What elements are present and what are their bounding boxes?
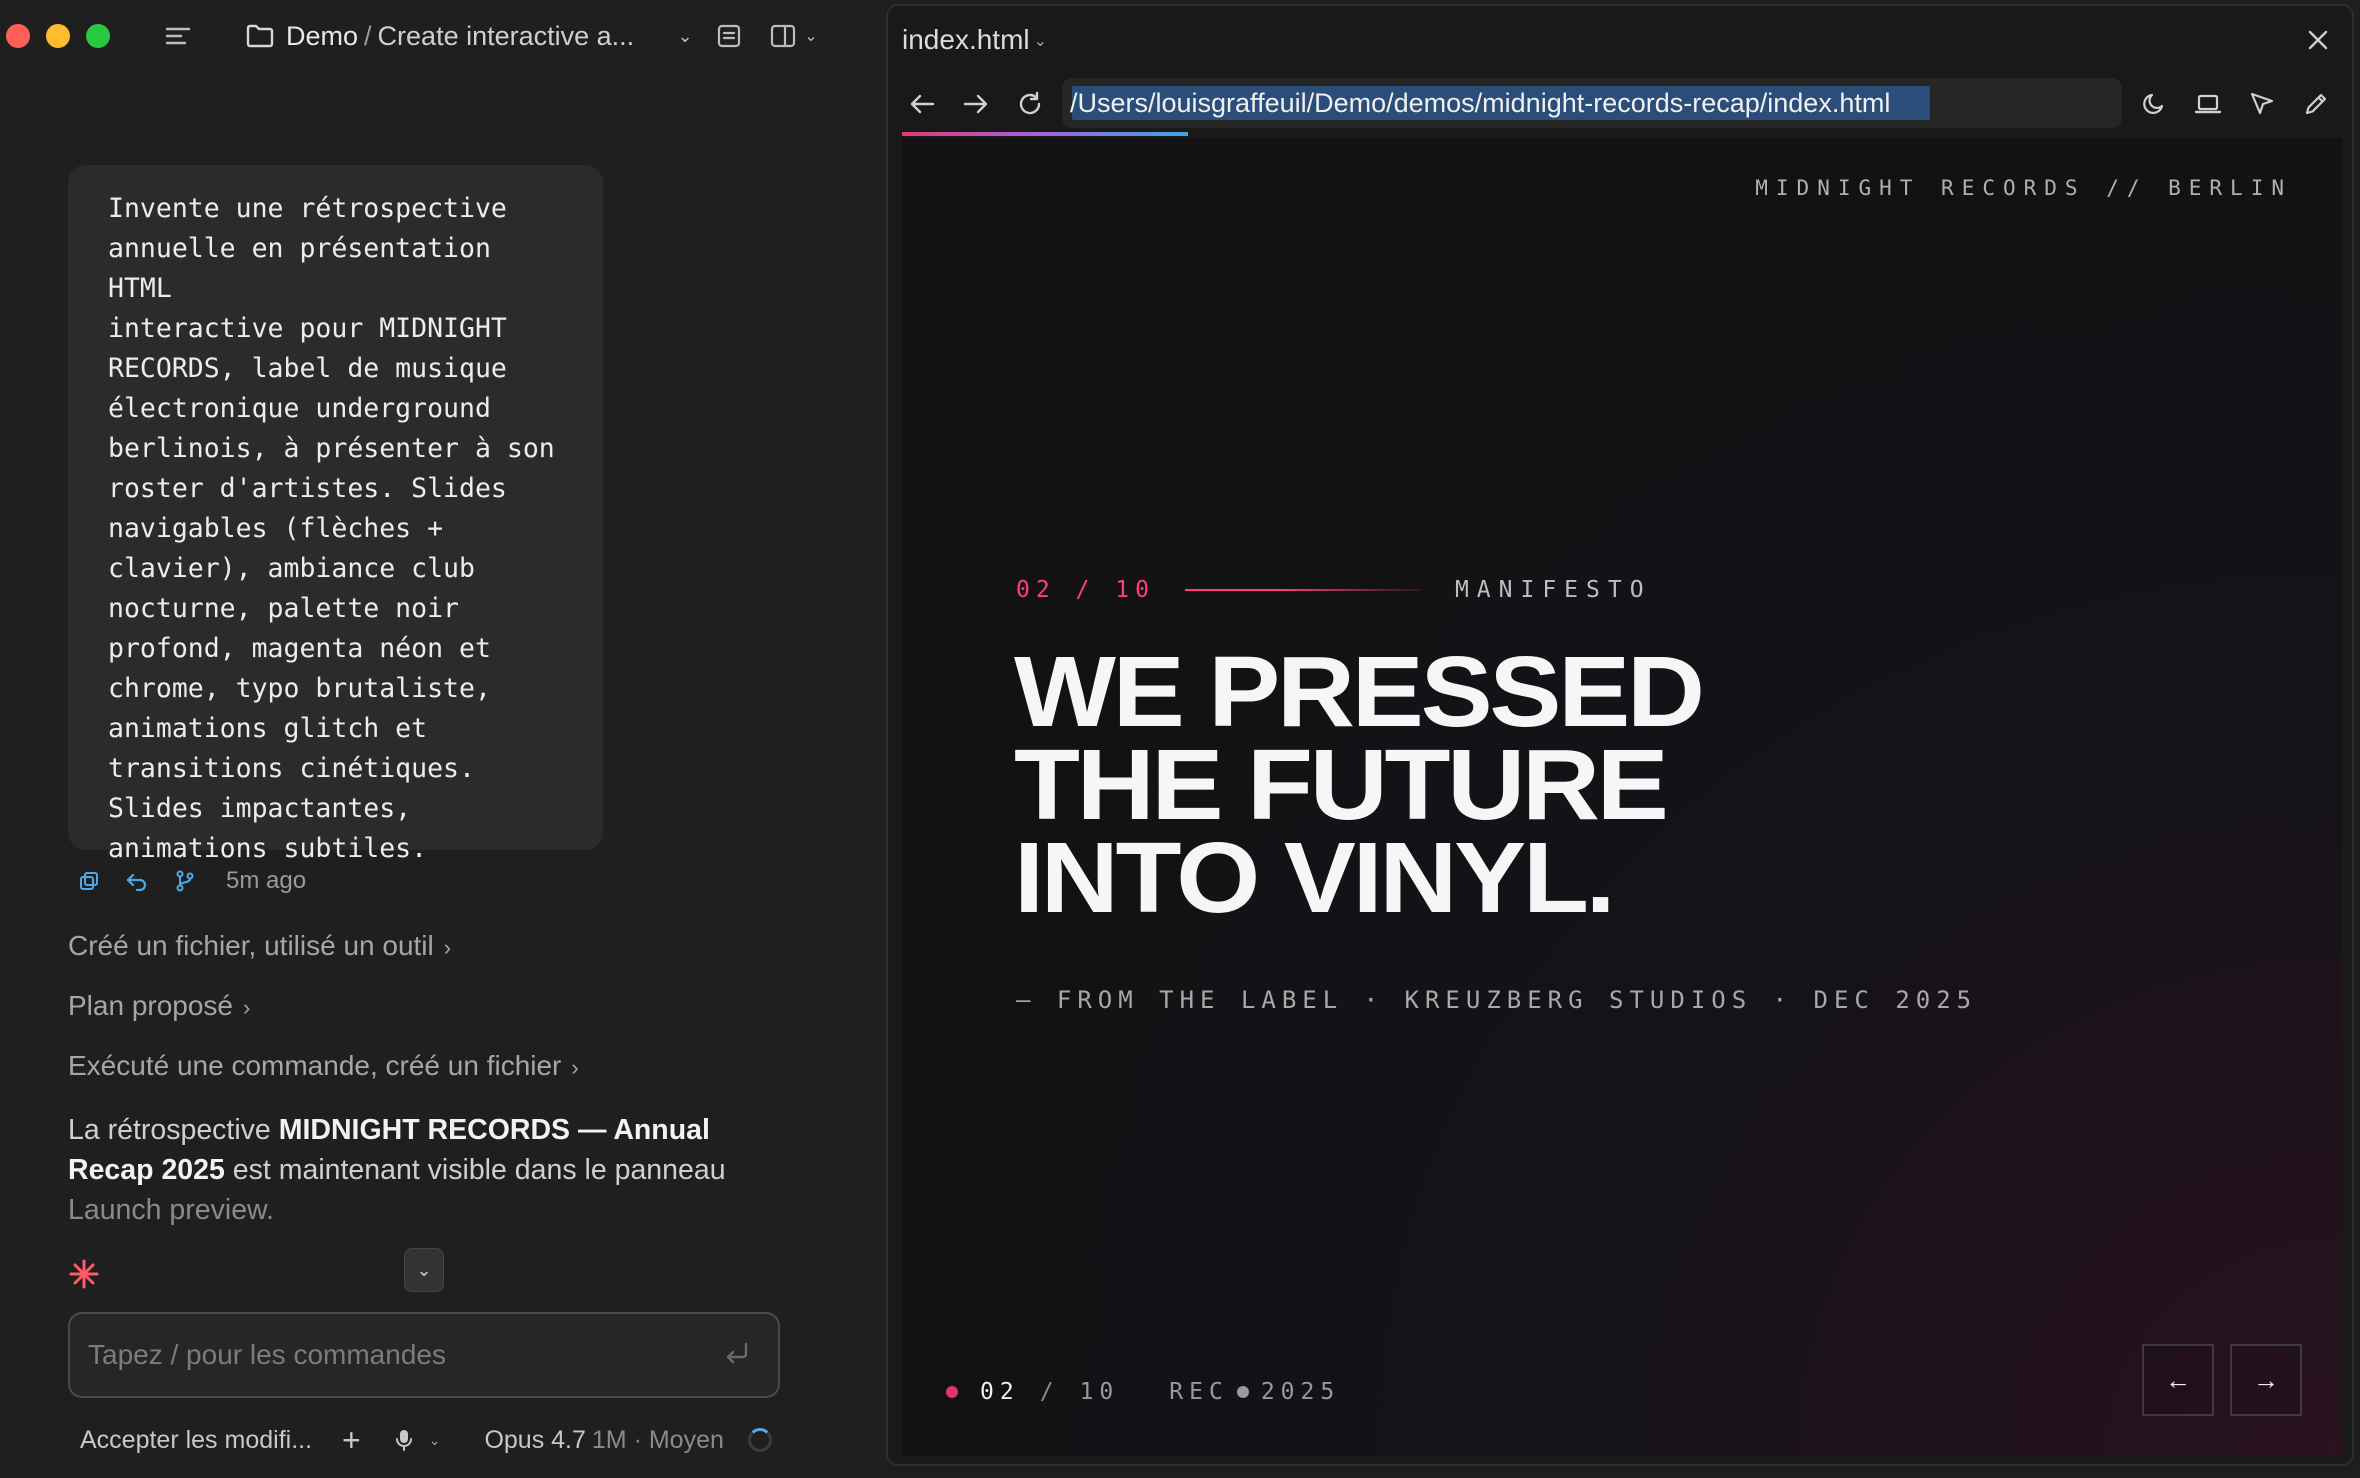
- breadcrumb-separator: /: [364, 21, 372, 51]
- chevron-right-icon: ›: [571, 1055, 579, 1080]
- activity-label: Plan proposé: [68, 990, 234, 1021]
- activity-item[interactable]: Créé un fichier, utilisé un outil ›: [68, 930, 451, 962]
- pencil-icon[interactable]: [2296, 84, 2336, 124]
- tab-title[interactable]: index.html ⌄: [902, 20, 1047, 60]
- footer-separator: /: [1039, 1379, 1060, 1405]
- maximize-window-button[interactable]: [86, 24, 110, 48]
- url-input[interactable]: [1070, 84, 2110, 122]
- chevron-down-icon: ⌄: [1033, 32, 1048, 50]
- close-icon[interactable]: [2298, 20, 2338, 60]
- summary-text: est maintenant visible dans le panneau: [224, 1154, 726, 1186]
- chat-panel: Demo / Create interactive a... ⌄ ⌄ Invente…: [0, 0, 885, 1478]
- chevron-down-icon[interactable]: ⌄: [800, 16, 822, 56]
- slide-headline: WE PRESSED THE FUTURE INTO VINYL.: [1014, 636, 2202, 934]
- summary-fade-text: Launch preview.: [68, 1194, 274, 1226]
- summary-text: La rétrospective: [68, 1114, 279, 1146]
- breadcrumb-project: Demo: [286, 21, 359, 51]
- next-slide-button[interactable]: →: [2230, 1344, 2302, 1416]
- footer-current-slide: 02: [980, 1379, 1020, 1405]
- footer-rec-label: REC: [1169, 1379, 1229, 1405]
- close-window-button[interactable]: [6, 24, 30, 48]
- breadcrumb[interactable]: Demo / Create interactive a...: [286, 16, 634, 56]
- loading-spinner-icon: [747, 1428, 772, 1452]
- dot-icon: [1236, 1386, 1249, 1398]
- previous-slide-button[interactable]: ←: [2142, 1344, 2214, 1416]
- activity-item[interactable]: Exécuté une commande, créé un fichier ›: [68, 1050, 579, 1082]
- activity-item[interactable]: Plan proposé ›: [68, 990, 250, 1022]
- section-name: MANIFESTO: [1454, 577, 1652, 603]
- reload-icon[interactable]: [1010, 84, 1050, 124]
- microphone-icon[interactable]: [395, 1428, 417, 1452]
- headline-line: THE FUTURE: [1014, 729, 1669, 841]
- scroll-down-button[interactable]: ⌄: [404, 1248, 444, 1292]
- composer: [68, 1312, 780, 1398]
- minimize-window-button[interactable]: [46, 24, 70, 48]
- message-timestamp: 5m ago: [226, 867, 307, 894]
- slide-counter: 02 / 10: [1016, 577, 1155, 603]
- command-input[interactable]: [88, 1314, 688, 1396]
- chevron-down-icon[interactable]: ⌄: [672, 16, 698, 56]
- sidebar-menu-icon[interactable]: [160, 16, 196, 56]
- page-load-progress: [902, 132, 1188, 136]
- folder-icon: [244, 16, 276, 56]
- return-icon[interactable]: [722, 1338, 754, 1372]
- document-icon[interactable]: [712, 16, 746, 56]
- cursor-icon[interactable]: [2242, 84, 2282, 124]
- undo-icon[interactable]: [124, 868, 150, 894]
- preview-browser: index.html⌄ MIDNIGHT RECORDS // BERLIN 0…: [886, 4, 2354, 1466]
- accent-divider: [1184, 589, 1421, 591]
- label-tag: MIDNIGHT RECORDS // BERLIN: [1755, 176, 2292, 200]
- slide-header: 02 / 10 MANIFESTO: [1016, 572, 1652, 608]
- slide-byline: — FROM THE LABEL · KREUZBERG STUDIOS · D…: [1016, 986, 1978, 1014]
- chevron-down-icon[interactable]: ⌄: [429, 1432, 441, 1449]
- back-arrow-icon[interactable]: [902, 84, 942, 124]
- sparkle-icon: [68, 1258, 100, 1290]
- model-meta: 1M · Moyen: [591, 1425, 724, 1454]
- copy-icon[interactable]: [76, 868, 102, 894]
- user-prompt-message: Invente une rétrospective annuelle en pr…: [68, 165, 603, 864]
- activity-label: Créé un fichier, utilisé un outil: [68, 930, 434, 961]
- record-dot-icon: [946, 1386, 958, 1398]
- footer-total-slides: 10: [1079, 1379, 1120, 1405]
- message-actions: 5m ago: [76, 862, 306, 900]
- accept-edits-button[interactable]: Accepter les modifi...: [80, 1426, 312, 1455]
- activity-label: Exécuté une commande, créé un fichier: [68, 1050, 562, 1081]
- headline-line: INTO VINYL.: [1014, 822, 1616, 934]
- branch-icon[interactable]: [172, 868, 198, 894]
- chevron-right-icon: ›: [243, 995, 251, 1020]
- tab-title-label: index.html: [902, 24, 1030, 55]
- laptop-icon[interactable]: [2188, 84, 2228, 124]
- plus-icon[interactable]: +: [342, 1422, 361, 1459]
- breadcrumb-conversation: Create interactive a...: [377, 21, 635, 51]
- model-selector[interactable]: Opus 4.7: [484, 1426, 585, 1455]
- split-layout-icon[interactable]: [766, 16, 800, 56]
- headline-line: WE PRESSED: [1014, 636, 1705, 748]
- footer-year: 2025: [1260, 1379, 1341, 1405]
- slide-canvas: MIDNIGHT RECORDS // BERLIN 02 / 10 MANIF…: [902, 138, 2342, 1456]
- url-bar[interactable]: [1062, 78, 2122, 128]
- forward-arrow-icon[interactable]: [956, 84, 996, 124]
- chevron-right-icon: ›: [443, 935, 452, 960]
- slide-footer: 02 / 10 REC 2025: [946, 1374, 1340, 1410]
- composer-toolbar: Accepter les modifi... + ⌄ Opus 4.7 1M ·…: [80, 1422, 772, 1458]
- moon-icon[interactable]: [2134, 84, 2174, 124]
- assistant-summary: La rétrospective MIDNIGHT RECORDS — Annu…: [68, 1110, 768, 1230]
